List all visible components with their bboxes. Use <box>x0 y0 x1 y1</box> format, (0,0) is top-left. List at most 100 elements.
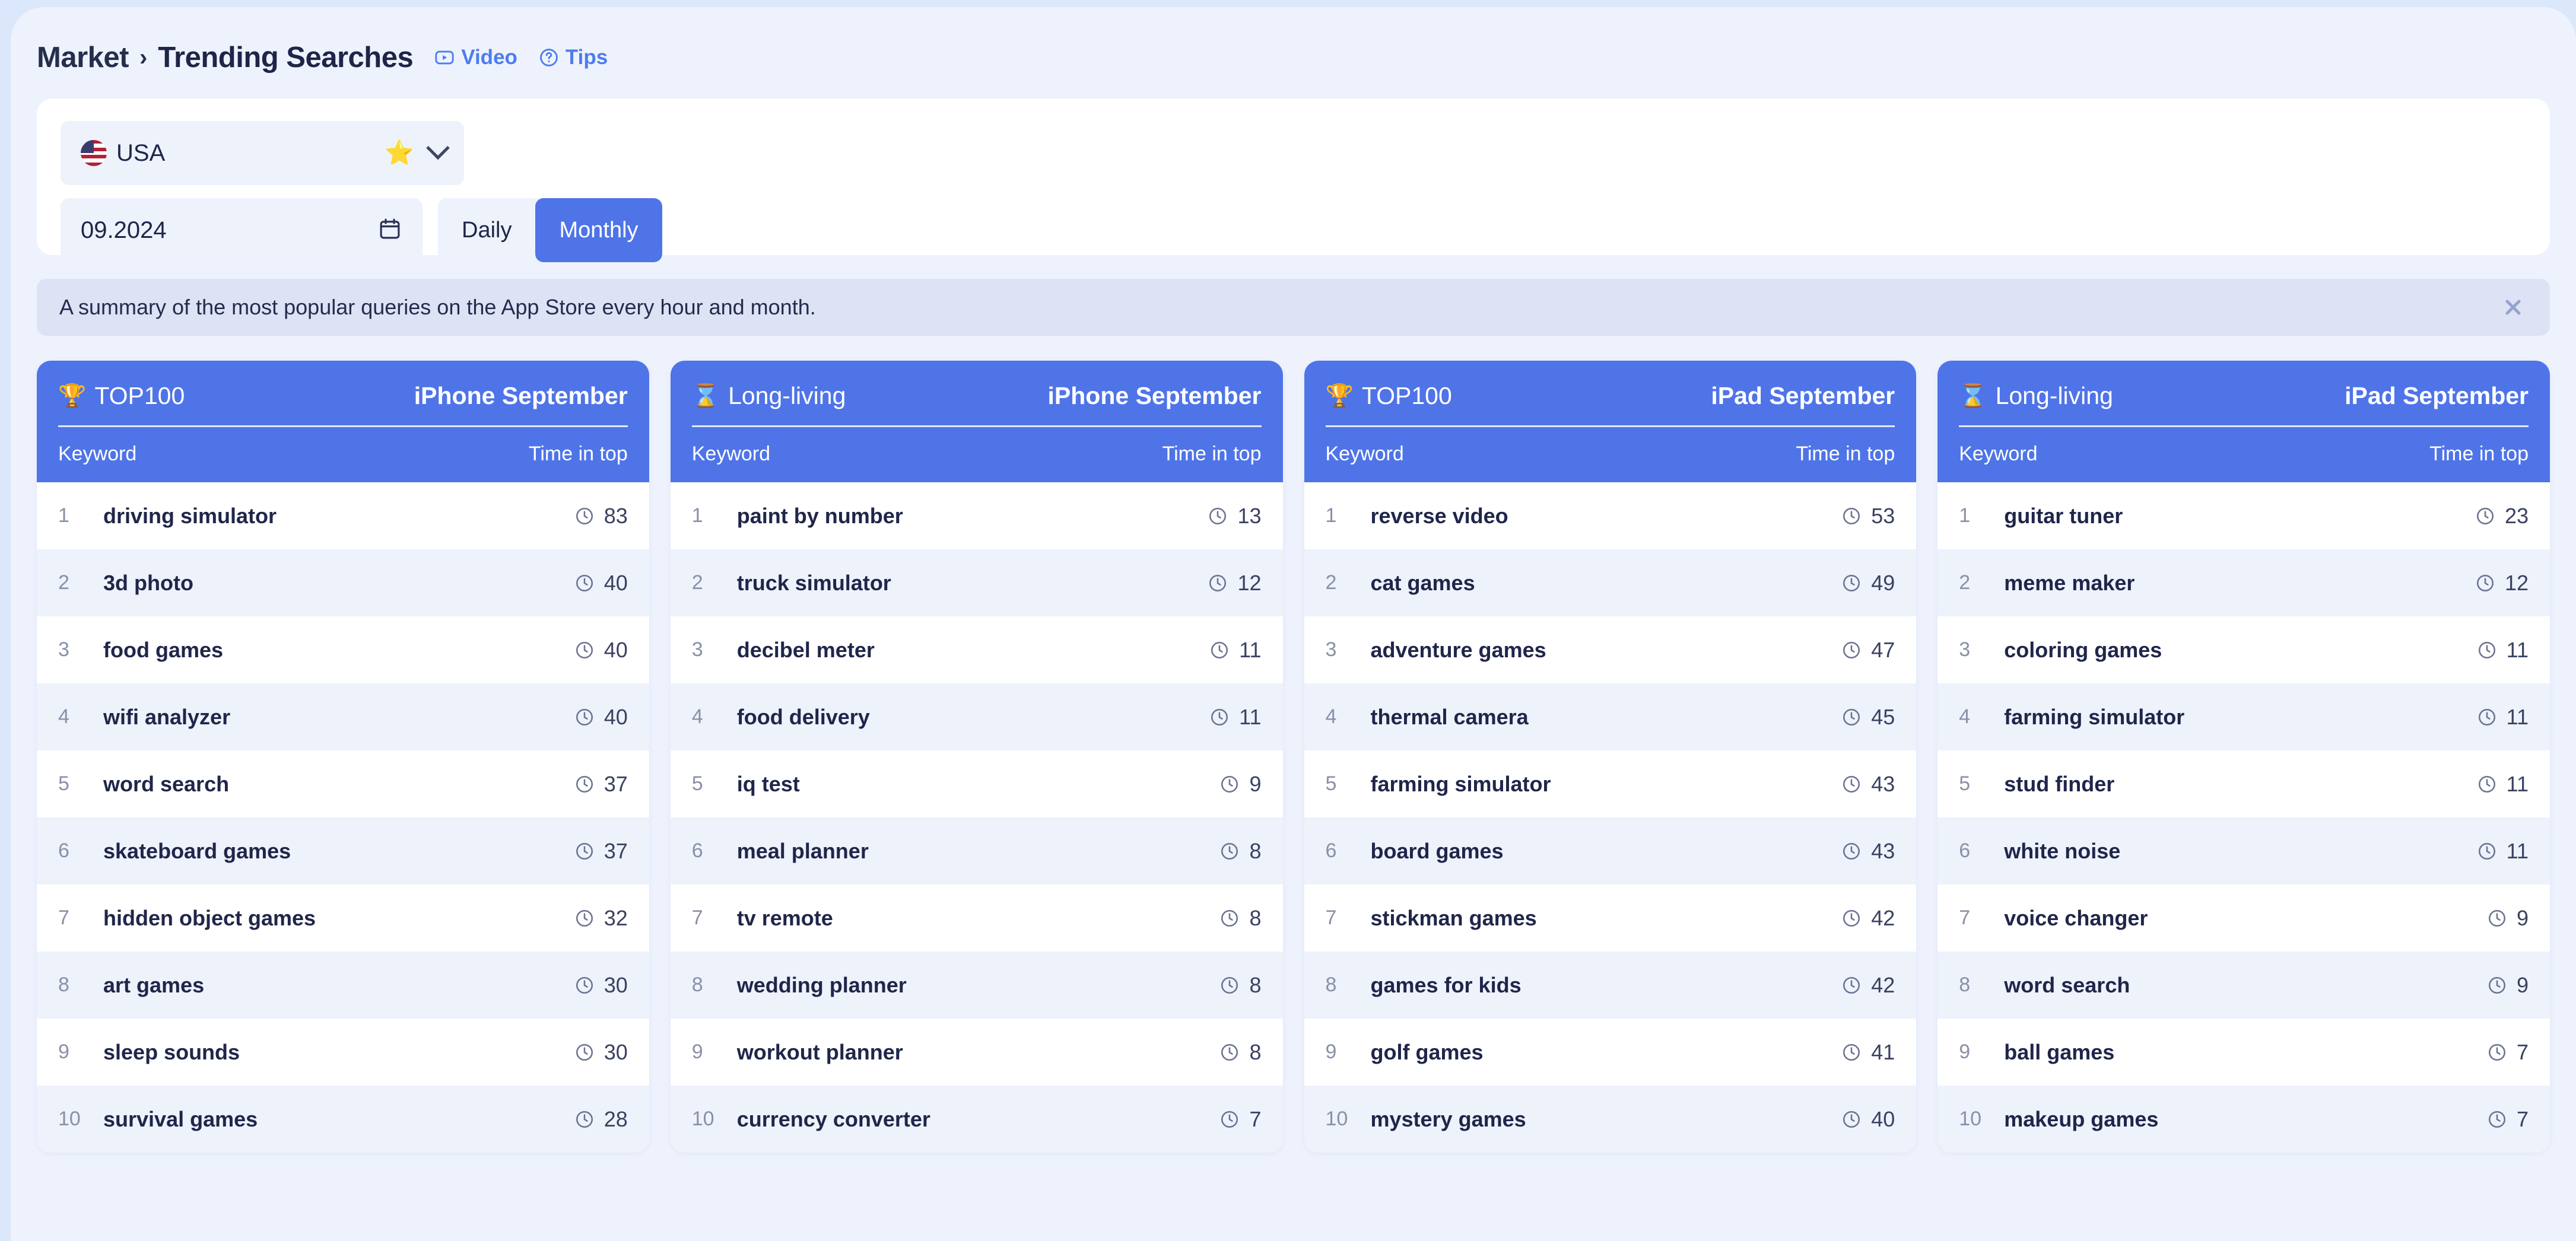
row-time-in-top: 11 <box>2477 705 2529 730</box>
row-keyword[interactable]: food games <box>103 638 574 663</box>
row-keyword[interactable]: board games <box>1371 839 1842 864</box>
tips-link[interactable]: Tips <box>539 46 608 69</box>
clock-icon <box>1841 640 1862 660</box>
video-link[interactable]: Video <box>434 46 517 69</box>
row-keyword[interactable]: coloring games <box>2004 638 2476 663</box>
row-keyword[interactable]: meal planner <box>737 839 1220 864</box>
table-row[interactable]: 3 adventure games 47 <box>1304 616 1917 683</box>
row-keyword[interactable]: cat games <box>1371 571 1842 596</box>
table-row[interactable]: 5 farming simulator 43 <box>1304 750 1917 817</box>
table-row[interactable]: 3 food games 40 <box>37 616 649 683</box>
table-row[interactable]: 5 stud finder 11 <box>1937 750 2550 817</box>
table-row[interactable]: 9 golf games 41 <box>1304 1019 1917 1086</box>
table-row[interactable]: 8 word search 9 <box>1937 952 2550 1019</box>
row-keyword[interactable]: guitar tuner <box>2004 504 2475 529</box>
close-icon[interactable] <box>2496 291 2530 324</box>
row-keyword[interactable]: paint by number <box>737 504 1208 529</box>
period-monthly-button[interactable]: Monthly <box>535 198 662 262</box>
clock-icon <box>574 908 595 928</box>
row-keyword[interactable]: stickman games <box>1371 906 1842 931</box>
row-keyword[interactable]: tv remote <box>737 906 1220 931</box>
row-keyword[interactable]: survival games <box>103 1107 574 1132</box>
row-keyword[interactable]: voice changer <box>2004 906 2487 931</box>
row-keyword[interactable]: wedding planner <box>737 973 1220 998</box>
date-input[interactable]: 09.2024 <box>61 198 423 262</box>
country-select[interactable]: USA ⭐ <box>61 121 464 185</box>
table-row[interactable]: 10 currency converter 7 <box>670 1086 1283 1153</box>
table-row[interactable]: 4 thermal camera 45 <box>1304 683 1917 750</box>
row-keyword[interactable]: reverse video <box>1371 504 1842 529</box>
table-row[interactable]: 1 paint by number 13 <box>671 482 1283 549</box>
row-keyword[interactable]: thermal camera <box>1371 705 1842 730</box>
row-rank: 10 <box>691 1108 714 1130</box>
row-rank: 1 <box>1325 504 1337 527</box>
clock-icon <box>1219 1109 1240 1129</box>
table-row[interactable]: 5 word search 37 <box>37 750 649 817</box>
row-keyword[interactable]: food delivery <box>737 705 1209 730</box>
table-row[interactable]: 8 art games 30 <box>37 952 649 1019</box>
clock-icon <box>1219 774 1240 794</box>
table-row[interactable]: 8 games for kids 42 <box>1304 952 1917 1019</box>
table-row[interactable]: 5 iq test 9 <box>671 750 1283 817</box>
table-row[interactable]: 10 mystery games 40 <box>1304 1086 1917 1153</box>
row-keyword[interactable]: golf games <box>1371 1040 1842 1065</box>
table-row[interactable]: 4 wifi analyzer 40 <box>37 683 649 750</box>
row-keyword[interactable]: farming simulator <box>1371 772 1842 797</box>
table-row[interactable]: 2 cat games 49 <box>1304 549 1917 616</box>
table-row[interactable]: 7 stickman games 42 <box>1304 884 1917 952</box>
breadcrumb-market[interactable]: Market <box>37 41 129 74</box>
table-row[interactable]: 9 sleep sounds 30 <box>37 1019 649 1086</box>
row-rank: 5 <box>691 772 703 795</box>
row-keyword[interactable]: games for kids <box>1371 973 1842 998</box>
row-keyword[interactable]: currency converter <box>737 1107 1220 1132</box>
table-row[interactable]: 10 survival games 28 <box>37 1086 649 1153</box>
row-keyword[interactable]: iq test <box>737 772 1220 797</box>
table-row[interactable]: 2 truck simulator 12 <box>670 549 1283 616</box>
table-row[interactable]: 4 farming simulator 11 <box>1937 683 2550 750</box>
row-keyword[interactable]: workout planner <box>737 1040 1220 1065</box>
table-row[interactable]: 1 guitar tuner 23 <box>1937 482 2550 549</box>
table-row[interactable]: 6 meal planner 8 <box>670 817 1283 884</box>
table-row[interactable]: 6 skateboard games 37 <box>37 817 649 884</box>
table-row[interactable]: 7 hidden object games 32 <box>37 884 649 952</box>
row-keyword[interactable]: decibel meter <box>737 638 1209 663</box>
table-row[interactable]: 3 coloring games 11 <box>1937 616 2550 683</box>
row-keyword[interactable]: skateboard games <box>103 839 574 864</box>
row-keyword[interactable]: mystery games <box>1371 1107 1842 1132</box>
row-keyword[interactable]: art games <box>103 973 574 998</box>
table-row[interactable]: 2 meme maker 12 <box>1937 549 2550 616</box>
favorite-star-icon[interactable]: ⭐ <box>385 141 414 165</box>
row-keyword[interactable]: white noise <box>2004 839 2476 864</box>
row-keyword[interactable]: makeup games <box>2004 1107 2487 1132</box>
table-row[interactable]: 3 decibel meter 11 <box>671 616 1283 683</box>
table-row[interactable]: 8 wedding planner 8 <box>670 952 1283 1019</box>
table-row[interactable]: 7 tv remote 8 <box>671 884 1283 952</box>
table-row[interactable]: 10 makeup games 7 <box>1937 1086 2550 1153</box>
table-row[interactable]: 9 ball games 7 <box>1937 1019 2550 1086</box>
row-keyword[interactable]: ball games <box>2004 1040 2487 1065</box>
card-header-top: 🏆 TOP100 iPhone September <box>58 382 628 427</box>
row-keyword[interactable]: word search <box>103 772 574 797</box>
row-keyword[interactable]: 3d photo <box>103 571 574 596</box>
table-row[interactable]: 1 reverse video 53 <box>1304 482 1917 549</box>
table-row[interactable]: 6 white noise 11 <box>1937 817 2550 884</box>
row-keyword[interactable]: wifi analyzer <box>103 705 574 730</box>
table-row[interactable]: 1 driving simulator 83 <box>37 482 649 549</box>
row-keyword[interactable]: stud finder <box>2004 772 2476 797</box>
table-row[interactable]: 9 workout planner 8 <box>671 1019 1283 1086</box>
row-keyword[interactable]: adventure games <box>1371 638 1842 663</box>
row-keyword[interactable]: driving simulator <box>103 504 574 529</box>
row-keyword[interactable]: word search <box>2004 973 2487 998</box>
row-keyword[interactable]: hidden object games <box>103 906 574 931</box>
row-keyword[interactable]: truck simulator <box>737 571 1208 596</box>
card-scope-label: iPhone September <box>414 382 628 409</box>
table-row[interactable]: 6 board games 43 <box>1304 817 1917 884</box>
row-keyword[interactable]: sleep sounds <box>103 1040 574 1065</box>
table-row[interactable]: 2 3d photo 40 <box>37 549 649 616</box>
table-row[interactable]: 7 voice changer 9 <box>1937 884 2550 952</box>
row-keyword[interactable]: meme maker <box>2004 571 2475 596</box>
row-keyword[interactable]: farming simulator <box>2004 705 2476 730</box>
row-time-value: 11 <box>2506 704 2529 729</box>
period-daily-button[interactable]: Daily <box>438 198 535 262</box>
table-row[interactable]: 4 food delivery 11 <box>670 683 1283 750</box>
